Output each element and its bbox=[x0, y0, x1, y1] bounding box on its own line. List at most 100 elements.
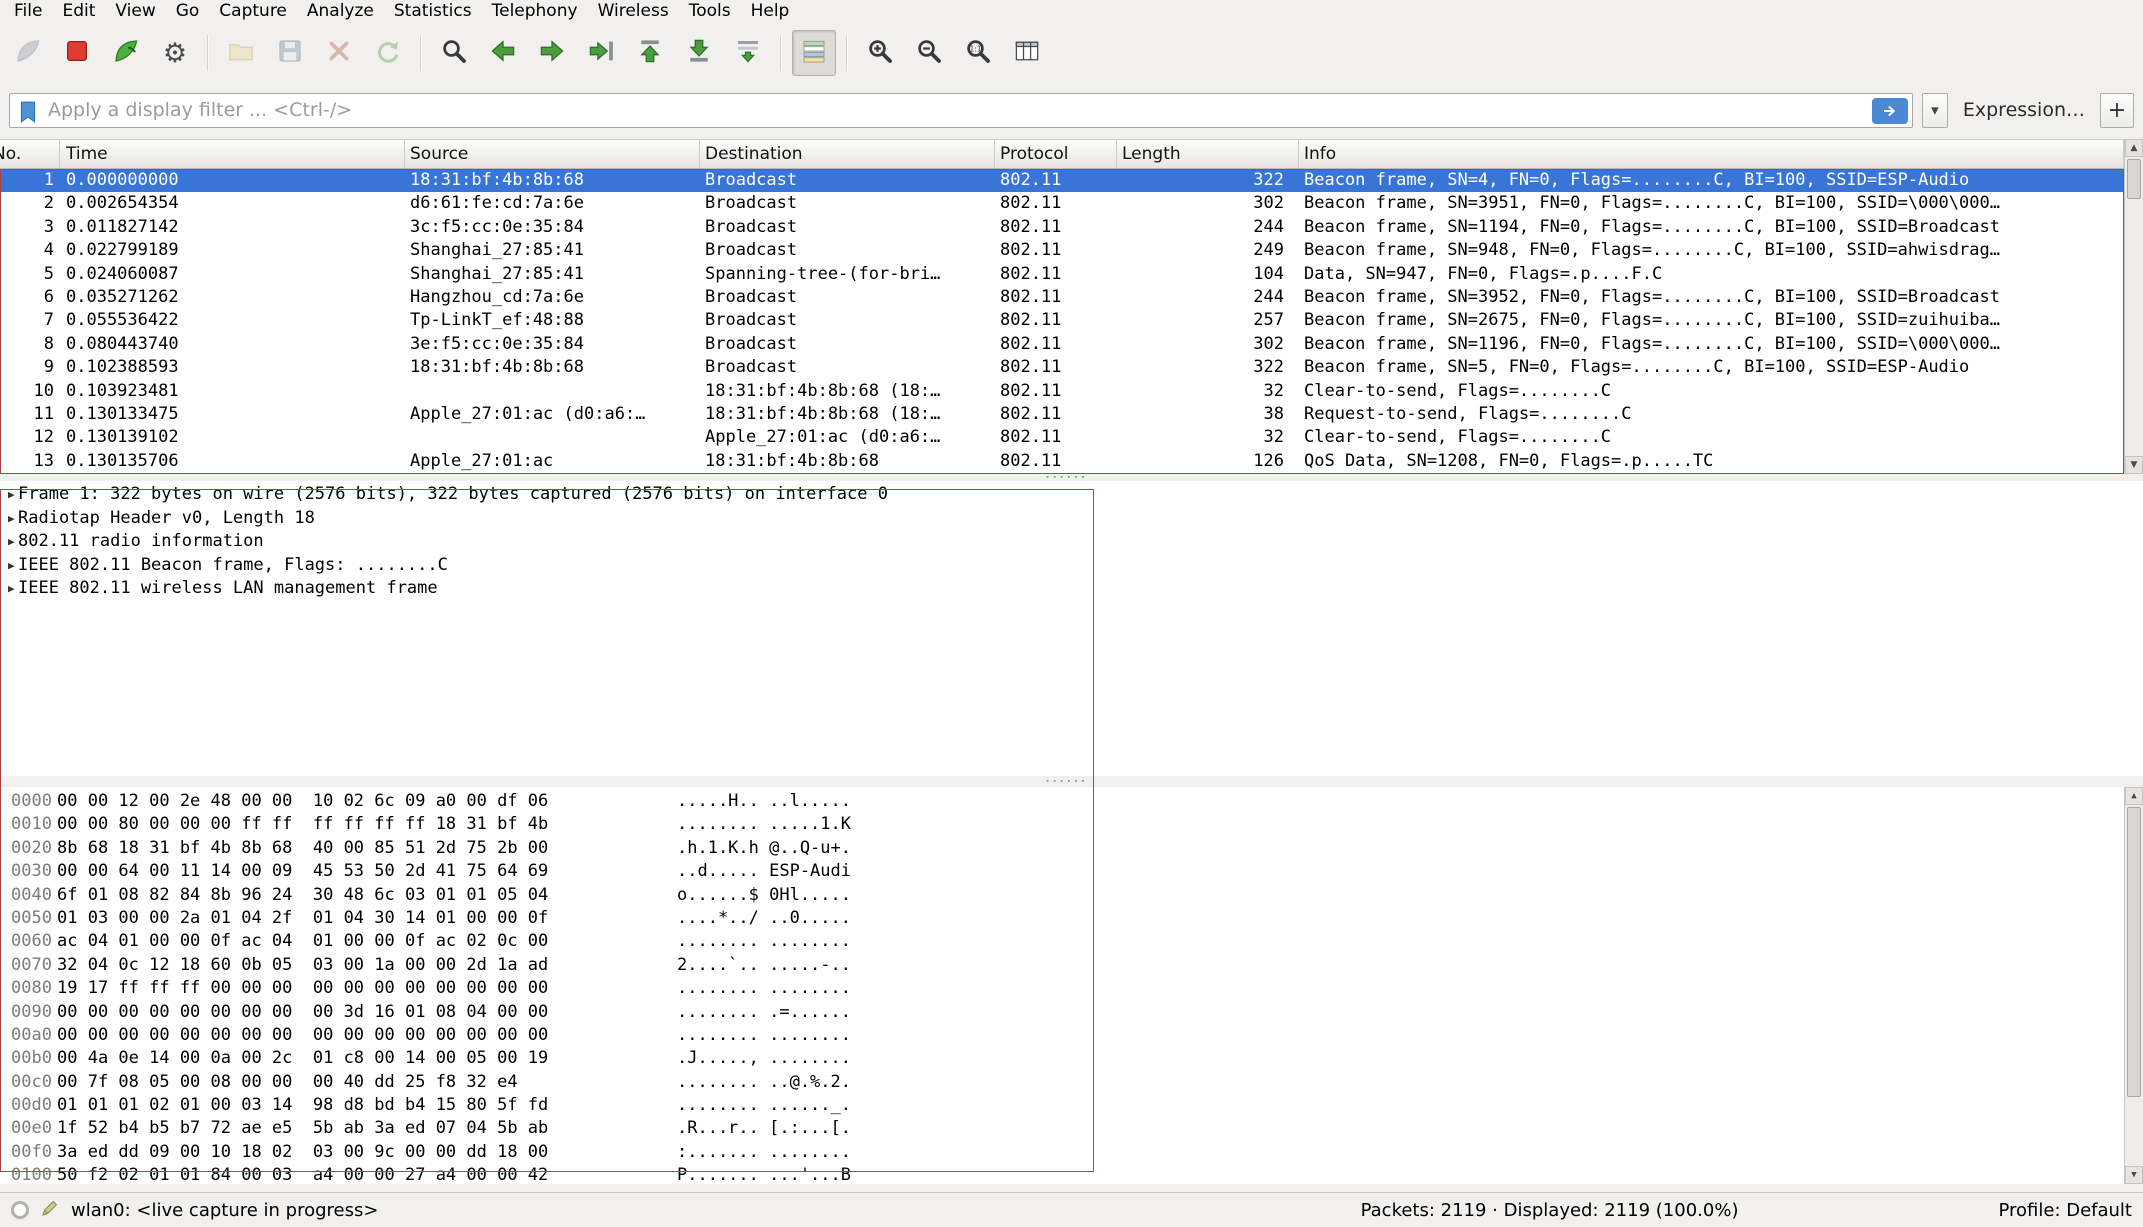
hex-row[interactable]: 001000 00 80 00 00 00 ff ff ff ff ff ff … bbox=[0, 813, 2143, 836]
hex-row[interactable]: 00b000 4a 0e 14 00 0a 00 2c 01 c8 00 14 … bbox=[0, 1047, 2143, 1070]
packet-row[interactable]: 110.130133475Apple_27:01:ac (d0:a6:…18:3… bbox=[0, 403, 2124, 426]
hex-row[interactable]: 010050 f2 02 01 01 84 00 03 a4 00 00 27 … bbox=[0, 1164, 2143, 1184]
hex-row[interactable]: 003000 00 64 00 11 14 00 09 45 53 50 2d … bbox=[0, 860, 2143, 883]
go-back-button[interactable] bbox=[481, 30, 525, 76]
hex-row[interactable]: 00208b 68 18 31 bf 4b 8b 68 40 00 85 51 … bbox=[0, 837, 2143, 860]
go-last-button[interactable] bbox=[677, 30, 721, 76]
packet-row[interactable]: 60.035271262Hangzhou_cd:7a:6eBroadcast80… bbox=[0, 286, 2124, 309]
hex-row[interactable]: 007032 04 0c 12 18 60 0b 05 03 00 1a 00 … bbox=[0, 954, 2143, 977]
colorize-button[interactable] bbox=[792, 30, 836, 76]
column-header-len[interactable]: Length bbox=[1117, 140, 1299, 168]
go-to-packet-button[interactable] bbox=[579, 30, 623, 76]
column-header-source[interactable]: Source bbox=[405, 140, 700, 168]
expand-arrow-icon[interactable]: ▶ bbox=[0, 577, 18, 601]
expand-arrow-icon[interactable]: ▶ bbox=[0, 483, 18, 507]
packet-row[interactable]: 120.130139102Apple_27:01:ac (d0:a6:…802.… bbox=[0, 426, 2124, 449]
menu-edit[interactable]: Edit bbox=[52, 0, 105, 22]
filter-apply-icon[interactable] bbox=[1872, 98, 1908, 124]
menu-statistics[interactable]: Statistics bbox=[384, 0, 482, 22]
find-packet-button[interactable] bbox=[432, 30, 476, 76]
expand-arrow-icon[interactable]: ▶ bbox=[0, 507, 18, 531]
filter-dropdown-icon[interactable]: ▾ bbox=[1922, 93, 1948, 128]
edit-comment-pencil-icon[interactable] bbox=[39, 1197, 61, 1224]
expand-arrow-icon[interactable]: ▶ bbox=[0, 530, 18, 554]
packet-row[interactable]: 70.055536422Tp-LinkT_ef:48:88Broadcast80… bbox=[0, 309, 2124, 332]
close-file-button[interactable] bbox=[317, 30, 361, 76]
pane-splitter[interactable]: ······ bbox=[0, 474, 2143, 481]
menu-wireless[interactable]: Wireless bbox=[588, 0, 679, 22]
packet-row[interactable]: 80.0804437403e:f5:cc:0e:35:84Broadcast80… bbox=[0, 333, 2124, 356]
open-file-button[interactable] bbox=[219, 30, 263, 76]
packet-list-scrollbar[interactable]: ▲ ▼ bbox=[2124, 139, 2143, 474]
column-header-time[interactable]: Time bbox=[60, 140, 405, 168]
hex-row[interactable]: 00d001 01 01 02 01 00 03 14 98 d8 bd b4 … bbox=[0, 1094, 2143, 1117]
profile-text[interactable]: Profile: Default bbox=[1998, 1200, 2132, 1221]
zoom-reset-button[interactable]: 1:1 bbox=[956, 30, 1000, 76]
hex-row[interactable]: 00a000 00 00 00 00 00 00 00 00 00 00 00 … bbox=[0, 1024, 2143, 1047]
go-forward-button[interactable] bbox=[530, 30, 574, 76]
detail-row[interactable]: ▶IEEE 802.11 wireless LAN management fra… bbox=[0, 577, 2143, 601]
go-first-button[interactable] bbox=[628, 30, 672, 76]
menu-analyze[interactable]: Analyze bbox=[297, 0, 384, 22]
hex-row[interactable]: 00f03a ed dd 09 00 10 18 02 03 00 9c 00 … bbox=[0, 1141, 2143, 1164]
menu-tools[interactable]: Tools bbox=[679, 0, 741, 22]
hex-bytes: 01 03 00 00 2a 01 04 2f 01 04 30 14 01 0… bbox=[57, 907, 677, 930]
zoom-in-button[interactable] bbox=[858, 30, 902, 76]
scroll-up-icon[interactable]: ▲ bbox=[2125, 139, 2143, 157]
display-filter-input[interactable] bbox=[10, 94, 1912, 127]
menu-view[interactable]: View bbox=[105, 0, 165, 22]
hex-row[interactable]: 009000 00 00 00 00 00 00 00 00 3d 16 01 … bbox=[0, 1001, 2143, 1024]
hex-row[interactable]: 00e01f 52 b4 b5 b7 72 ae e5 5b ab 3a ed … bbox=[0, 1117, 2143, 1140]
packet-row[interactable]: 90.10238859318:31:bf:4b:8b:68Broadcast80… bbox=[0, 356, 2124, 379]
add-filter-button[interactable]: + bbox=[2100, 93, 2134, 128]
capture-options-button[interactable]: ⚙ bbox=[153, 30, 197, 76]
scroll-thumb[interactable] bbox=[2127, 159, 2141, 199]
scroll-down-icon[interactable]: ▼ bbox=[2125, 1166, 2143, 1184]
auto-scroll-button[interactable] bbox=[726, 30, 770, 76]
scroll-thumb[interactable] bbox=[2127, 807, 2141, 1097]
detail-row[interactable]: ▶Radiotap Header v0, Length 18 bbox=[0, 507, 2143, 531]
column-header-no[interactable]: No. bbox=[0, 140, 60, 168]
column-header-info[interactable]: Info bbox=[1299, 140, 2124, 168]
cell-dest: Apple_27:01:ac (d0:a6:… bbox=[700, 426, 995, 449]
hex-row[interactable]: 000000 00 12 00 2e 48 00 00 10 02 6c 09 … bbox=[0, 790, 2143, 813]
column-header-proto[interactable]: Protocol bbox=[995, 140, 1117, 168]
packet-row[interactable]: 30.0118271423c:f5:cc:0e:35:84Broadcast80… bbox=[0, 216, 2124, 239]
detail-row[interactable]: ▶IEEE 802.11 Beacon frame, Flags: ......… bbox=[0, 554, 2143, 578]
scroll-track[interactable] bbox=[2125, 157, 2143, 456]
expression-button[interactable]: Expression… bbox=[1957, 99, 2091, 121]
menu-go[interactable]: Go bbox=[166, 0, 210, 22]
zoom-out-button[interactable] bbox=[907, 30, 951, 76]
hex-row[interactable]: 00406f 01 08 82 84 8b 96 24 30 48 6c 03 … bbox=[0, 884, 2143, 907]
expand-arrow-icon[interactable]: ▶ bbox=[0, 554, 18, 578]
scroll-up-icon[interactable]: ▲ bbox=[2125, 787, 2143, 805]
packet-row[interactable]: 40.022799189Shanghai_27:85:41Broadcast80… bbox=[0, 239, 2124, 262]
hex-scrollbar[interactable]: ▲ ▼ bbox=[2124, 787, 2143, 1184]
menu-telephony[interactable]: Telephony bbox=[482, 0, 588, 22]
packet-row[interactable]: 100.10392348118:31:bf:4b:8b:68 (18:…802.… bbox=[0, 380, 2124, 403]
detail-row[interactable]: ▶Frame 1: 322 bytes on wire (2576 bits),… bbox=[0, 483, 2143, 507]
packet-row[interactable]: 10.00000000018:31:bf:4b:8b:68Broadcast80… bbox=[0, 169, 2124, 192]
pane-splitter[interactable]: ······ bbox=[0, 776, 2143, 787]
reload-button[interactable] bbox=[366, 30, 410, 76]
column-header-dest[interactable]: Destination bbox=[700, 140, 995, 168]
restart-capture-button[interactable] bbox=[104, 30, 148, 76]
detail-row[interactable]: ▶802.11 radio information bbox=[0, 530, 2143, 554]
scroll-track[interactable] bbox=[2125, 805, 2143, 1166]
stop-capture-button[interactable] bbox=[55, 30, 99, 76]
menu-capture[interactable]: Capture bbox=[209, 0, 297, 22]
packet-row[interactable]: 50.024060087Shanghai_27:85:41Spanning-tr… bbox=[0, 263, 2124, 286]
filter-bookmark-icon[interactable] bbox=[18, 100, 38, 128]
hex-row[interactable]: 008019 17 ff ff ff 00 00 00 00 00 00 00 … bbox=[0, 977, 2143, 1000]
menu-help[interactable]: Help bbox=[741, 0, 800, 22]
hex-row[interactable]: 005001 03 00 00 2a 01 04 2f 01 04 30 14 … bbox=[0, 907, 2143, 930]
hex-row[interactable]: 00c000 7f 08 05 00 08 00 00 00 40 dd 25 … bbox=[0, 1071, 2143, 1094]
resize-columns-button[interactable] bbox=[1005, 30, 1049, 76]
packet-row[interactable]: 20.002654354d6:61:fe:cd:7a:6eBroadcast80… bbox=[0, 192, 2124, 215]
hex-row[interactable]: 0060ac 04 01 00 00 0f ac 04 01 00 00 0f … bbox=[0, 930, 2143, 953]
save-file-button[interactable] bbox=[268, 30, 312, 76]
capture-status-circle-icon[interactable] bbox=[11, 1201, 29, 1219]
start-capture-button[interactable] bbox=[6, 30, 50, 76]
menu-file[interactable]: File bbox=[4, 0, 52, 22]
scroll-down-icon[interactable]: ▼ bbox=[2125, 456, 2143, 474]
